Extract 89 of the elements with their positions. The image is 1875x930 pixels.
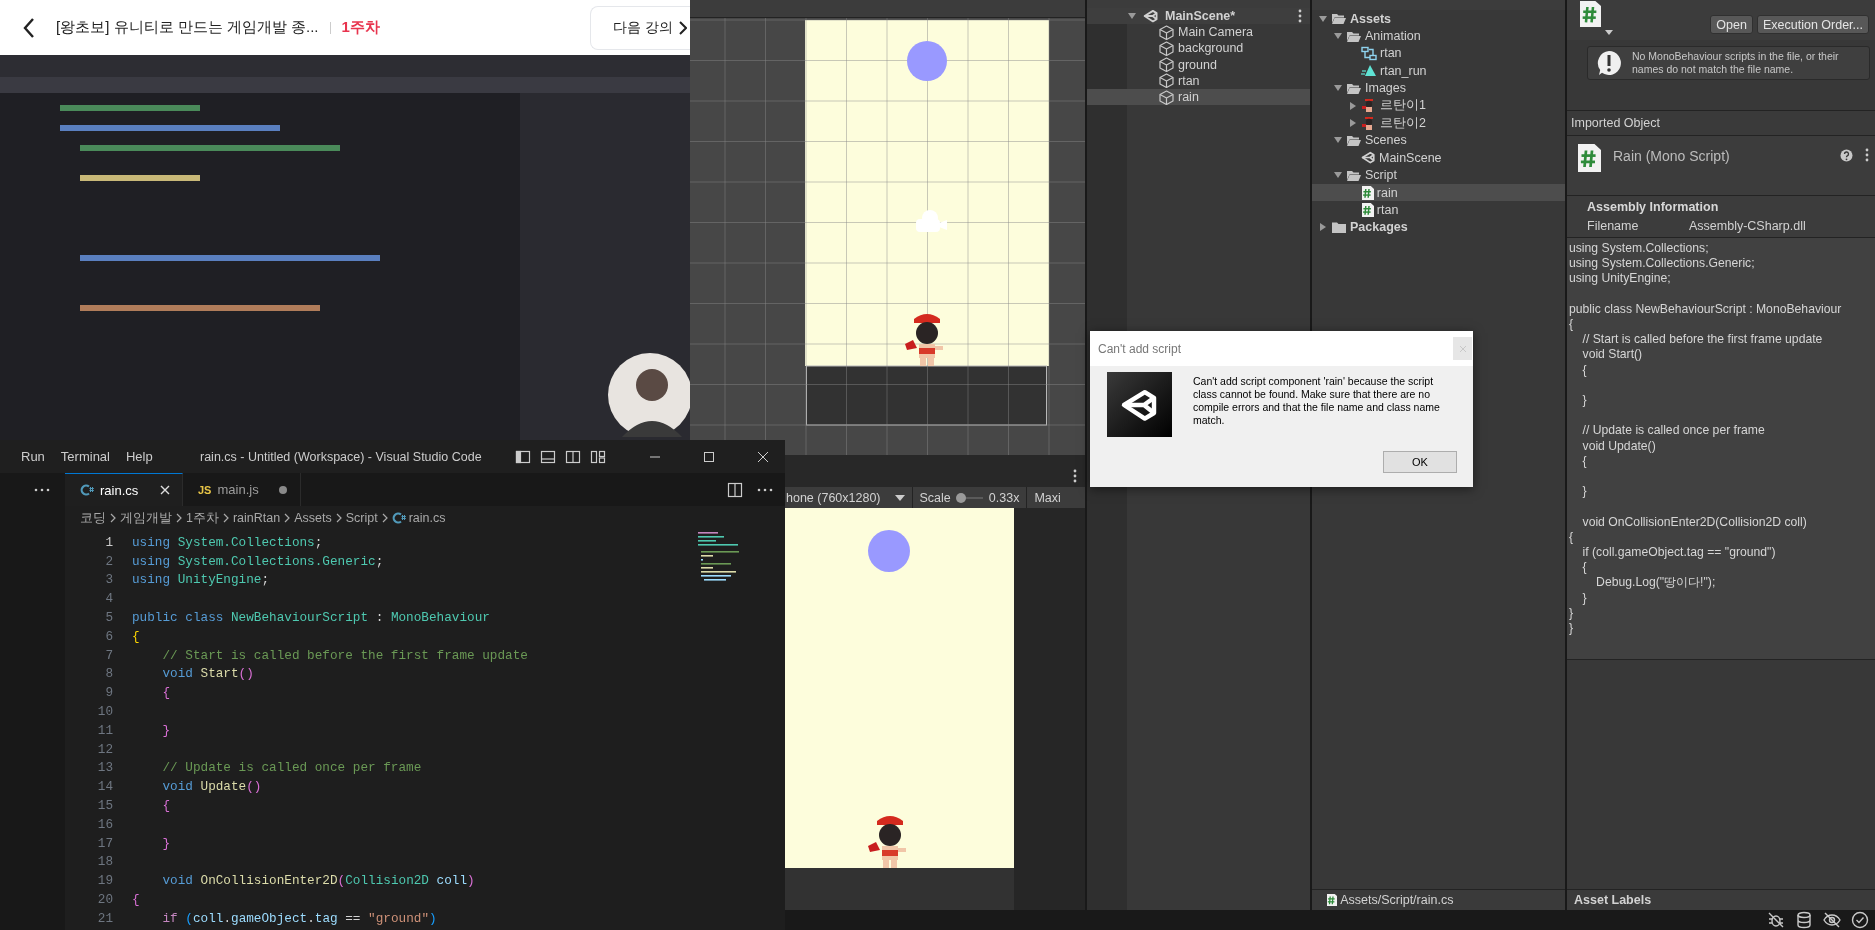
tree-item[interactable]: 르탄이1: [1312, 96, 1565, 115]
tree-item[interactable]: rtan: [1312, 44, 1565, 63]
tree-item[interactable]: 르탄이2: [1312, 114, 1565, 132]
window-title: rain.cs - Untitled (Workspace) - Visual Studio Code: [200, 449, 482, 464]
line-number: 15: [96, 798, 113, 814]
asset-path: Assets/Script/rain.cs: [1340, 893, 1454, 907]
line-number: 7: [104, 647, 113, 663]
breadcrumb-item[interactable]: 1주차: [186, 509, 219, 527]
tree-item[interactable]: Script: [1312, 166, 1565, 184]
dialog-message: Can't add script component 'rain' because the script class cannot be found. Make sure that there are no compile errors and that the file name and class name match.: [1193, 375, 1441, 429]
inspector-button[interactable]: Execution Order...: [1756, 15, 1869, 34]
editor-tab[interactable]: rain.cs: [65, 473, 183, 506]
help-message: No MonoBehaviour scripts in the file, or their names do not match the file name.: [1632, 50, 1840, 76]
code-line: using System.Collections;: [132, 534, 323, 550]
week-label: 1주차: [341, 18, 380, 37]
code-line: {: [161, 685, 171, 701]
line-number: 21: [96, 910, 113, 926]
line-number: 20: [96, 892, 113, 908]
hierarchy-item[interactable]: Main Camera: [1087, 24, 1310, 41]
tree-item[interactable]: rain: [1312, 183, 1565, 202]
code-line: public class NewBehaviourScript : MonoBehaviour: [132, 610, 490, 626]
script-preview: using System.Collections; using System.Collections.Generic; using UnityEngine; public class NewBehaviourScript : MonoBehaviour { // Start is called before the first frame update void Start() { } // Update is called once per frame void Update() { } void OnCollisionEnter2D(Collision2D coll) { if (coll.gameObject.tag == "ground") { Debug.Log("땅이다!"); } } }: [1567, 238, 1875, 660]
hierarchy-item[interactable]: background: [1087, 40, 1310, 57]
breadcrumb-item[interactable]: Assets: [294, 511, 332, 525]
line-number: 9: [104, 685, 113, 701]
menu-item[interactable]: Run: [13, 449, 53, 464]
breadcrumb-item[interactable]: Script: [345, 511, 378, 525]
line-number: 19: [96, 873, 113, 889]
code-line: using UnityEngine;: [132, 572, 270, 588]
code-line: void Start(): [161, 666, 254, 682]
tree-item[interactable]: Animation: [1312, 27, 1565, 45]
tree-item[interactable]: rtan: [1312, 201, 1565, 219]
line-number: 18: [96, 854, 113, 870]
line-number: 16: [96, 816, 113, 832]
line-number: 5: [104, 610, 113, 626]
tree-item[interactable]: Packages: [1312, 218, 1565, 237]
code-line: {: [132, 628, 140, 644]
hierarchy-item[interactable]: rtan: [1087, 72, 1310, 89]
code-line: using System.Collections.Generic;: [132, 553, 384, 569]
breadcrumb-item[interactable]: rain.cs: [408, 511, 446, 525]
line-number: 13: [96, 760, 113, 776]
line-number: 17: [96, 835, 113, 851]
menu-item[interactable]: Terminal: [52, 449, 118, 464]
lecture-title: [왕초보] 유니티로 만드는 게임개발 종...: [56, 18, 319, 37]
tree-item[interactable]: MainScene: [1312, 149, 1565, 167]
next-lecture-button[interactable]: 다음 강의: [590, 5, 690, 50]
tree-item[interactable]: Assets: [1312, 10, 1565, 28]
tree-item[interactable]: Scenes: [1312, 131, 1565, 150]
code-line: void Update(): [161, 779, 262, 795]
code-line: }: [161, 722, 171, 738]
section-title: Imported Object: [1571, 116, 1660, 130]
scale-label: Scale: [919, 490, 951, 505]
js-file-icon: JS: [198, 483, 212, 496]
line-number: 4: [104, 591, 113, 607]
dialog-title: Can't add script: [1098, 341, 1182, 356]
line-number: 2: [104, 553, 113, 569]
assembly-heading: Assembly Information: [1587, 200, 1720, 214]
field-label: Filename: [1587, 219, 1640, 233]
tree-item[interactable]: rtan_run: [1312, 62, 1565, 80]
line-number: 3: [104, 572, 113, 588]
hierarchy-item[interactable]: rain: [1087, 88, 1310, 106]
line-number: 6: [104, 628, 113, 644]
code-line: {: [161, 798, 171, 814]
scale-value: 0.33x: [988, 490, 1020, 505]
breadcrumb-item[interactable]: rainRtan: [232, 511, 281, 525]
tree-item[interactable]: Images: [1312, 79, 1565, 97]
asset-labels-header[interactable]: Asset Labels: [1574, 893, 1652, 907]
code-line: }: [161, 835, 171, 851]
menu-item[interactable]: Help: [118, 449, 161, 464]
code-line: if (coll.gameObject.tag == "ground"): [161, 910, 437, 926]
ok-button[interactable]: OK: [1383, 451, 1457, 473]
code-line: // Start is called before the first frame update: [161, 647, 528, 663]
line-number: 8: [104, 666, 113, 682]
field-value: Assembly-CSharp.dll: [1689, 219, 1806, 233]
hierarchy-item[interactable]: ground: [1087, 56, 1310, 73]
line-number: 11: [96, 722, 113, 738]
code-line: {: [132, 892, 140, 908]
line-number: 12: [96, 741, 113, 757]
breadcrumb-item[interactable]: 코딩: [80, 509, 106, 527]
line-number: 1: [104, 534, 113, 550]
maximize-toggle[interactable]: Maxi: [1034, 490, 1061, 505]
inspector-button[interactable]: Open: [1710, 15, 1753, 34]
asset-title: Rain (Mono Script): [1613, 148, 1731, 164]
line-number: 14: [96, 779, 113, 795]
breadcrumb-item[interactable]: 게임개발: [120, 509, 172, 527]
code-line: void OnCollisionEnter2D(Collision2D coll): [161, 873, 475, 889]
resolution-dropdown[interactable]: hone (760x1280): [786, 490, 905, 505]
code-line: // Update is called once per frame: [161, 760, 422, 776]
line-number: 10: [96, 704, 113, 720]
